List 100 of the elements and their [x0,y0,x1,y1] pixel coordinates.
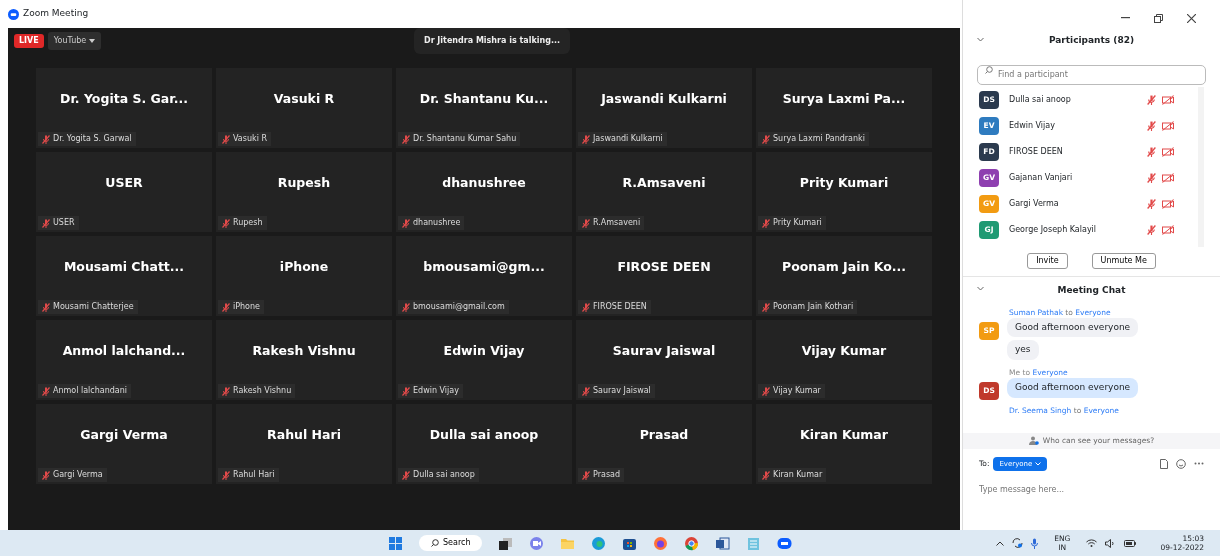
participant-name: FIROSE DEEN [1009,145,1064,158]
search-icon [985,66,993,74]
search-field[interactable]: Find a participant [977,64,1206,85]
person-icon [1028,436,1039,445]
panel-title: Meeting Chat [1057,283,1126,297]
participant-name: Dr. Shantanu Ku... [419,89,549,108]
minimize-icon[interactable] [1121,17,1130,19]
more-icon[interactable] [1194,462,1204,466]
muted-mic-icon[interactable] [1147,198,1156,209]
panel-button[interactable]: Unmute Me [1091,253,1156,269]
name-label: Dr. Shantanu Kumar Sahu [398,132,521,146]
participant-name: bmousami@gm... [423,257,545,276]
participant-name: USER [105,173,143,192]
participant-name: Dulla sai anoop [429,425,539,444]
participant-name: Gajanan Vanjari [1009,171,1074,184]
video-off-icon[interactable] [1162,172,1174,183]
participant-name: Edwin Vijay [1009,119,1056,132]
name-label: FIROSE DEEN [578,300,651,314]
document-app-icon[interactable] [715,535,731,551]
name-label: Mousami Chatterjee [38,300,138,314]
caret-icon [1034,461,1041,466]
video-off-icon[interactable] [1162,146,1174,157]
participant-name: Rupesh [277,173,331,192]
name-label: Dulla sai anoop [398,468,479,482]
participant-name: Surya Laxmi Pa... [782,89,906,108]
emoji-icon[interactable] [1176,458,1186,469]
name-label: Rupesh [218,216,267,230]
participant-name: Rahul Hari [267,425,341,444]
search-icon [431,539,439,547]
name-label: Vasuki R [218,132,271,146]
panel-title: Participants (82) [1048,34,1135,48]
participant-name: FIROSE DEEN [617,257,711,276]
name-label: Prity Kumari [758,216,826,230]
window-title: Zoom Meeting [23,7,89,21]
sync-icon[interactable] [1012,538,1024,548]
participant-name: Saurav Jaiswal [612,341,716,360]
participant-name: Prasad [639,425,689,444]
app-logo-icon [8,8,19,20]
video-off-icon[interactable] [1162,224,1174,235]
live-badge: LIVE [14,34,44,48]
fox-globe-icon[interactable] [653,535,669,551]
close-icon[interactable] [1187,13,1196,23]
participant-name: George Joseph Kalayil [1009,223,1098,236]
round-browser-icon[interactable] [684,535,700,551]
panel-button[interactable]: Invite [1027,253,1068,269]
video-off-icon[interactable] [1162,198,1174,209]
search-button[interactable]: Search [419,535,483,551]
collapse-icon[interactable] [977,285,984,291]
name-label: iPhone [218,300,264,314]
speaker-icon[interactable] [1105,538,1117,548]
name-label: dhanushree [398,216,465,230]
muted-mic-icon[interactable] [1147,224,1156,235]
file-icon[interactable] [1160,458,1168,469]
speaker-notice: Dr Jitendra Mishra is talking... [414,28,571,54]
name-label: Rahul Hari [218,468,279,482]
muted-mic-icon[interactable] [1147,146,1156,157]
name-label: Prasad [578,468,625,482]
participant-name: Dulla sai anoop [1009,93,1072,106]
name-label: Saurav Jaiswal [578,384,655,398]
participant-name: Dr. Yogita S. Gar... [60,89,188,108]
participant-name: Vasuki R [273,89,335,108]
wifi-icon[interactable] [1086,539,1098,547]
chevron-up-icon[interactable] [996,540,1005,546]
microphone-icon[interactable] [1031,537,1039,549]
grid-icon[interactable] [388,535,403,551]
restore-icon[interactable] [1154,13,1163,23]
muted-mic-icon[interactable] [1147,172,1156,183]
video-off-icon[interactable] [1162,120,1174,131]
collapse-icon[interactable] [977,37,984,42]
participant-name: Gargi Verma [80,425,168,444]
video-chat-icon[interactable] [529,535,545,551]
name-label: Dr. Yogita S. Garwal [38,132,136,146]
participant-name: Rakesh Vishnu [252,341,356,360]
name-label: USER [38,216,79,230]
name-label: bmousami@gmail.com [398,300,509,314]
participant-name: Vijay Kumar [801,341,887,360]
battery-icon[interactable] [1124,539,1137,547]
name-label: Edwin Vijay [398,384,463,398]
browser-icon[interactable] [591,535,607,551]
name-label: Surya Laxmi Pandranki [758,132,869,146]
name-label: Jaswandi Kulkarni [578,132,667,146]
participant-name: Gargi Verma [1009,197,1060,210]
message-bubble: yes [1007,340,1039,360]
participant-name: Poonam Jain Ko... [782,257,906,276]
muted-mic-icon[interactable] [1147,120,1156,131]
video-off-icon[interactable] [1162,94,1174,105]
name-label: Rakesh Vishnu [218,384,296,398]
name-label: Vijay Kumar [758,384,825,398]
message-bubble: Good afternoon everyone [1007,317,1139,338]
participant-name: Mousami Chatt... [63,257,185,276]
muted-mic-icon[interactable] [1147,94,1156,105]
participant-name: Kiran Kumar [800,425,888,444]
name-label: Anmol lalchandani [38,384,132,398]
message-bubble: Good afternoon everyone [1007,378,1139,398]
participant-name: Anmol lalchand... [62,341,186,360]
window-stack-icon[interactable] [498,535,514,551]
meeting-app-icon[interactable] [777,535,793,551]
caret-icon [88,38,95,43]
name-label: Kiran Kumar [758,468,827,482]
stream-dropdown[interactable]: YouTube [47,32,101,50]
